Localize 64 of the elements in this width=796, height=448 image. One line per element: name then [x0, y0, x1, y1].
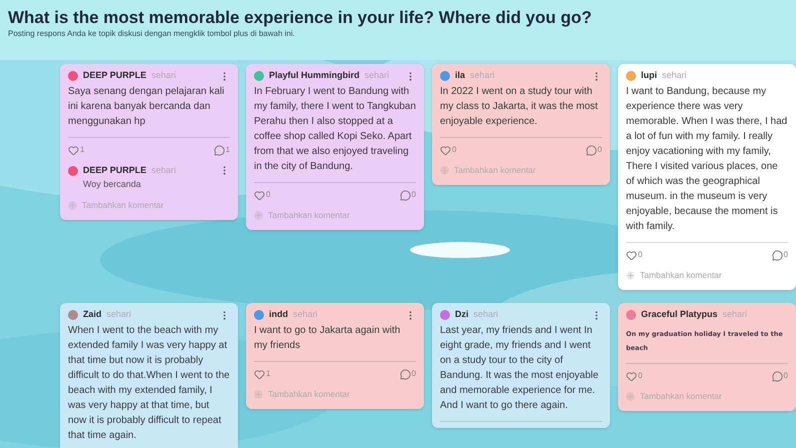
author-name: ila — [455, 69, 466, 82]
add-icon — [68, 200, 77, 210]
add-comment-field[interactable]: Tambahkan komentar — [68, 199, 230, 212]
add-icon — [254, 210, 263, 220]
post-time: sehari — [470, 69, 495, 82]
author-name: Graceful Platypus — [641, 308, 718, 322]
post-time: sehari — [722, 308, 748, 322]
author-name: Zaid — [83, 308, 102, 322]
post-time: sehari — [364, 69, 390, 82]
add-icon — [626, 270, 635, 280]
comment-count: 1 — [226, 144, 230, 156]
post-text: In 2022 I went on a study tour with my class to Jakarta, it was the most enjoyable experience. — [440, 85, 599, 129]
add-comment-field[interactable]: Tambahkan komentar — [440, 164, 602, 177]
add-icon — [440, 166, 449, 175]
like-icon[interactable] — [254, 190, 265, 200]
comment-count: 0 — [784, 249, 788, 261]
like-count: 0 — [452, 144, 456, 156]
post-time: sehari — [106, 308, 132, 322]
comment-icon[interactable] — [400, 190, 411, 200]
add-comment-field[interactable]: Tambahkan komentar — [254, 388, 416, 401]
add-comment-field[interactable]: Tambahkan komentar — [626, 390, 788, 403]
add-icon — [626, 392, 635, 401]
page-title: What is the most memorable experience in your life? Where did you go? — [7, 7, 593, 28]
post-time: sehari — [662, 69, 687, 82]
reply-text: Woy bercanda — [83, 178, 142, 191]
like-count: 0 — [638, 249, 642, 261]
comment-icon[interactable] — [586, 144, 597, 156]
like-icon[interactable] — [626, 370, 637, 382]
like-count: 1 — [80, 144, 84, 156]
post-time: sehari — [474, 308, 498, 322]
post-time: sehari — [151, 69, 176, 82]
add-comment-field[interactable]: Tambahkan komentar — [626, 269, 788, 282]
add-icon — [254, 390, 263, 399]
add-comment-field[interactable]: Tambahkan komentar — [254, 209, 416, 222]
post-text: When I went to the beach with my extended family I was very happy at that time but now it is probably difficult to do that.When I went to the beach with my extended family, I was very happy at that time, but now it is probably difficult to repeat that time again. — [68, 324, 230, 443]
comment-icon[interactable] — [772, 370, 783, 382]
author-name: DEEP PURPLE — [83, 164, 146, 177]
post-text: Saya senang dengan pelajaran kali ini karena banyak bercanda dan menggunakan hp — [68, 85, 226, 129]
post-text: In February I went to Bandung with my family, there I went to Tangkuban Perahu then I also stopped at a coffee shop called Kopi Seko. Apart from that we also enjoyed traveling in the city of Bandung. — [254, 85, 416, 174]
comment-icon[interactable] — [772, 250, 783, 260]
author-name: DEEP PURPLE — [83, 69, 146, 82]
like-count: 0 — [266, 189, 270, 201]
author-name: lupi — [641, 69, 657, 82]
comment-count: 0 — [598, 144, 602, 156]
post-text: I want to go to Jakarta again with my friends — [254, 324, 402, 353]
comment-count: 0 — [784, 370, 788, 382]
like-count: 1 — [266, 368, 270, 380]
author-name: Playful Hummingbird — [269, 69, 360, 82]
like-icon[interactable] — [440, 144, 451, 156]
like-count: 0 — [638, 370, 642, 382]
like-icon[interactable] — [68, 144, 79, 156]
page-subtitle: Posting respons Anda ke topik diskusi dengan mengklik tombol plus di bawah ini. — [7, 28, 296, 40]
post-text: Last year, my friends and I went In eight grade, my friends and I went on a study tour to the city of Bandung. It was the most enjoyable and memorable experience for me. And I want to go there again. — [440, 324, 600, 413]
like-icon[interactable] — [626, 250, 637, 260]
author-name: Dzi — [455, 308, 468, 322]
like-icon[interactable] — [254, 368, 265, 380]
author-name: indd — [269, 308, 288, 322]
comment-count: 0 — [412, 189, 416, 201]
post-time: sehari — [151, 164, 176, 177]
comment-icon[interactable] — [214, 144, 225, 156]
post-time: sehari — [293, 308, 318, 322]
comment-count: 0 — [412, 368, 416, 380]
post-text: I want to Bandung, because my experience there was very memorable. When I was there, I had a lot of fun with my family. I really enjoy vacationing with my family, There I visited various places, one of which was the geographical museum. in the museum is very enjoyable, because the moment is with family. — [626, 85, 788, 234]
comment-icon[interactable] — [400, 368, 411, 380]
